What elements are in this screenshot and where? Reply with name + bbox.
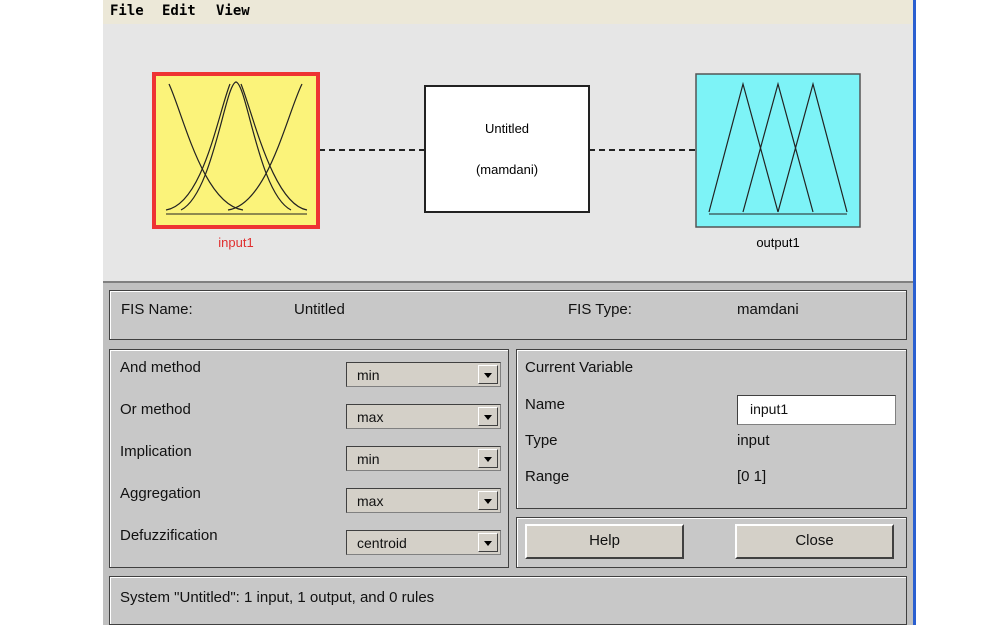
chevron-down-icon[interactable]	[478, 533, 498, 552]
menu-bar: File Edit View	[103, 0, 913, 25]
output1-block[interactable]	[695, 73, 861, 228]
chevron-down-icon[interactable]	[478, 491, 498, 510]
variable-name-field[interactable]: input1	[737, 395, 896, 425]
current-variable-title: Current Variable	[525, 359, 634, 376]
close-button[interactable]: Close	[735, 524, 894, 559]
or-method-value: max	[357, 409, 384, 425]
output1-label[interactable]: output1	[696, 235, 860, 250]
system-name-label: Untitled	[484, 121, 530, 136]
current-variable-panel: Current Variable Name input1 Type input …	[516, 349, 907, 509]
fis-name-value: Untitled	[294, 301, 345, 318]
implication-label: Implication	[120, 443, 192, 460]
variable-range-label: Range	[525, 468, 570, 485]
system-block[interactable]	[424, 85, 590, 213]
input1-block[interactable]	[152, 72, 320, 229]
aggregation-value: max	[357, 493, 384, 509]
fis-name-label: FIS Name:	[121, 301, 193, 318]
defuzzification-value: centroid	[357, 535, 407, 551]
fis-type-value: mamdani	[737, 301, 799, 318]
aggregation-select[interactable]: max	[346, 488, 501, 513]
defuzzification-label: Defuzzification	[120, 527, 218, 544]
or-method-label: Or method	[120, 401, 191, 418]
or-method-select[interactable]: max	[346, 404, 501, 429]
variable-name-label: Name	[525, 396, 566, 413]
status-bar: System "Untitled": 1 input, 1 output, an…	[109, 576, 907, 625]
menu-edit[interactable]: Edit	[162, 3, 196, 19]
chevron-down-icon[interactable]	[478, 449, 498, 468]
and-method-value: min	[357, 367, 380, 383]
status-text: System "Untitled": 1 input, 1 output, an…	[120, 589, 435, 606]
and-method-select[interactable]: min	[346, 362, 501, 387]
help-button[interactable]: Help	[525, 524, 684, 559]
fis-diagram: Untitled (mamdani) input1 output1	[103, 24, 913, 283]
variable-range-value: [0 1]	[737, 468, 767, 485]
fis-info-panel: FIS Name: Untitled FIS Type: mamdani	[109, 290, 907, 340]
menu-view[interactable]: View	[216, 3, 250, 19]
chevron-down-icon[interactable]	[478, 407, 498, 426]
chevron-down-icon[interactable]	[478, 365, 498, 384]
fis-type-label: FIS Type:	[568, 301, 632, 318]
implication-value: min	[357, 451, 380, 467]
system-type-label: (mamdani)	[475, 162, 539, 177]
buttons-panel: Help Close	[516, 517, 907, 568]
aggregation-label: Aggregation	[120, 485, 201, 502]
fis-editor-window: File Edit View Untitled (mamdani) input1…	[103, 0, 916, 625]
defuzzification-select[interactable]: centroid	[346, 530, 501, 555]
variable-type-value: input	[737, 432, 770, 449]
implication-select[interactable]: min	[346, 446, 501, 471]
variable-type-label: Type	[525, 432, 558, 449]
and-method-label: And method	[120, 359, 201, 376]
methods-panel: And method min Or method max Implication…	[109, 349, 509, 568]
input1-label[interactable]: input1	[156, 235, 316, 250]
menu-file[interactable]: File	[110, 3, 144, 19]
